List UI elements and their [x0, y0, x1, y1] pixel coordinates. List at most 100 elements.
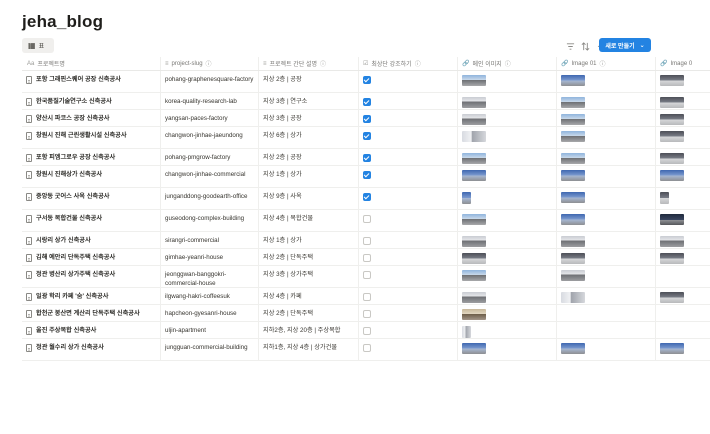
image-02-cell[interactable]	[656, 288, 710, 304]
column-header-image-01[interactable]: 🔗 Image 01 ⓘ	[557, 57, 656, 70]
slug-cell[interactable]: uljin-apartment	[161, 322, 259, 338]
featured-cell[interactable]	[359, 127, 458, 148]
checkbox-checked[interactable]	[363, 132, 371, 140]
image-02-cell[interactable]	[656, 149, 710, 165]
table-view-tab[interactable]: ▦ 표	[22, 38, 54, 53]
table-row[interactable]: 시랑리 상가 신축공사 sirangri-commercial 지상 1층 | 상가	[22, 232, 710, 249]
image-02-cell[interactable]	[656, 166, 710, 187]
building-photo-thumbnail[interactable]	[462, 292, 486, 303]
project-name-cell[interactable]: 포항 그래핀스퀘어 공장 신축공사	[22, 71, 161, 92]
main-image-cell[interactable]	[458, 232, 557, 248]
project-name-cell[interactable]: 포항 피엠그로우 공장 신축공사	[22, 149, 161, 165]
new-button[interactable]: 새로 만들기 ⌄	[599, 38, 651, 52]
table-row[interactable]: 울진 주상복합 신축공사 uljin-apartment 지하2층, 지상 20층 …	[22, 322, 710, 339]
main-image-cell[interactable]	[458, 71, 557, 92]
main-image-cell[interactable]	[458, 339, 557, 360]
table-row[interactable]: 정관 병산리 상가주택 신축공사 jeonggwan-banggokri-comm…	[22, 266, 710, 288]
image-02-cell[interactable]	[656, 339, 710, 360]
image-02-cell[interactable]	[656, 93, 710, 109]
main-image-cell[interactable]	[458, 249, 557, 265]
slug-cell[interactable]: jungguan-commercial-building	[161, 339, 259, 360]
slug-cell[interactable]: ilgwang-hakri-coffeesuk	[161, 288, 259, 304]
building-photo-thumbnail[interactable]	[561, 131, 585, 142]
building-photo-thumbnail[interactable]	[462, 253, 486, 264]
slug-cell[interactable]: sirangri-commercial	[161, 232, 259, 248]
building-photo-thumbnail[interactable]	[462, 170, 486, 181]
checkbox-unchecked[interactable]	[363, 310, 371, 318]
checkbox-checked[interactable]	[363, 98, 371, 106]
building-photo-thumbnail[interactable]	[462, 192, 471, 204]
featured-cell[interactable]	[359, 71, 458, 92]
slug-cell[interactable]: jeonggwan-banggokri-commercial-house	[161, 266, 259, 287]
image-02-cell[interactable]	[656, 305, 710, 321]
building-photo-thumbnail[interactable]	[462, 153, 486, 164]
image-01-cell[interactable]	[557, 71, 656, 92]
featured-cell[interactable]	[359, 210, 458, 231]
description-cell[interactable]: 지상 2층 | 단독주택	[259, 249, 359, 265]
building-photo-thumbnail[interactable]	[561, 343, 585, 354]
checkbox-unchecked[interactable]	[363, 237, 371, 245]
image-01-cell[interactable]	[557, 188, 656, 209]
image-01-cell[interactable]	[557, 288, 656, 304]
checkbox-unchecked[interactable]	[363, 254, 371, 262]
image-02-cell[interactable]	[656, 110, 710, 126]
image-02-cell[interactable]	[656, 210, 710, 231]
description-cell[interactable]: 지상 1층 | 상가	[259, 166, 359, 187]
image-02-cell[interactable]	[656, 188, 710, 209]
table-row[interactable]: 중앙동 굿어스 사옥 신축공사 junganddong-goodearth-off…	[22, 188, 710, 210]
building-photo-thumbnail[interactable]	[561, 236, 585, 247]
featured-cell[interactable]	[359, 232, 458, 248]
project-name-cell[interactable]: 구서동 복합건물 신축공사	[22, 210, 161, 231]
filter-icon[interactable]	[566, 42, 575, 51]
checkbox-checked[interactable]	[363, 154, 371, 162]
building-photo-thumbnail[interactable]	[561, 153, 585, 164]
column-header-featured[interactable]: ☑ 최상단 강조하기 ⓘ	[359, 57, 458, 70]
image-02-cell[interactable]	[656, 266, 710, 287]
slug-cell[interactable]: yangsan-paces-factory	[161, 110, 259, 126]
image-01-cell[interactable]	[557, 110, 656, 126]
checkbox-checked[interactable]	[363, 171, 371, 179]
project-name-cell[interactable]: 창원시 진해 근린생활시설 신축공사	[22, 127, 161, 148]
building-photo-thumbnail[interactable]	[561, 97, 585, 108]
project-name-cell[interactable]: 한국품질기술연구소 신축공사	[22, 93, 161, 109]
building-photo-thumbnail[interactable]	[462, 309, 486, 320]
checkbox-unchecked[interactable]	[363, 327, 371, 335]
featured-cell[interactable]	[359, 339, 458, 360]
image-02-cell[interactable]	[656, 232, 710, 248]
image-01-cell[interactable]	[557, 266, 656, 287]
checkbox-checked[interactable]	[363, 76, 371, 84]
column-header-description[interactable]: ≡ 프로젝트 간단 설명 ⓘ	[259, 57, 359, 70]
building-photo-thumbnail[interactable]	[462, 236, 486, 247]
table-row[interactable]: 일광 학리 카페 '숨' 신축공사 ilgwang-hakri-coffeesuk…	[22, 288, 710, 305]
featured-cell[interactable]	[359, 288, 458, 304]
image-01-cell[interactable]	[557, 210, 656, 231]
building-photo-thumbnail[interactable]	[561, 170, 585, 181]
table-row[interactable]: 구서동 복합건물 신축공사 guseodong-complex-building 지…	[22, 210, 710, 232]
table-row[interactable]: 포항 피엠그로우 공장 신축공사 pohang-pmgrow-factory 지상 …	[22, 149, 710, 166]
featured-cell[interactable]	[359, 110, 458, 126]
checkbox-unchecked[interactable]	[363, 215, 371, 223]
project-name-cell[interactable]: 양산시 파코스 공장 신축공사	[22, 110, 161, 126]
description-cell[interactable]: 지하2층, 지상 20층 | 주상복합	[259, 322, 359, 338]
building-photo-thumbnail[interactable]	[462, 270, 486, 281]
checkbox-checked[interactable]	[363, 115, 371, 123]
project-name-cell[interactable]: 정관 병산리 상가주택 신축공사	[22, 266, 161, 287]
sort-icon[interactable]	[581, 41, 590, 51]
image-01-cell[interactable]	[557, 249, 656, 265]
slug-cell[interactable]: hapcheon-gyesanri-house	[161, 305, 259, 321]
checkbox-checked[interactable]	[363, 193, 371, 201]
featured-cell[interactable]	[359, 149, 458, 165]
building-photo-thumbnail[interactable]	[462, 114, 486, 125]
table-row[interactable]: 합천군 봉산면 계산리 단독주택 신축공사 hapcheon-gyesanri-h…	[22, 305, 710, 322]
checkbox-unchecked[interactable]	[363, 293, 371, 301]
slug-cell[interactable]: junganddong-goodearth-office	[161, 188, 259, 209]
building-photo-thumbnail[interactable]	[660, 253, 684, 264]
main-image-cell[interactable]	[458, 93, 557, 109]
main-image-cell[interactable]	[458, 305, 557, 321]
building-photo-thumbnail[interactable]	[660, 236, 684, 247]
slug-cell[interactable]: changwon-jinhae-commercial	[161, 166, 259, 187]
project-name-cell[interactable]: 시랑리 상가 신축공사	[22, 232, 161, 248]
building-photo-thumbnail[interactable]	[660, 192, 669, 204]
main-image-cell[interactable]	[458, 166, 557, 187]
description-cell[interactable]: 지상 3층 | 공장	[259, 110, 359, 126]
